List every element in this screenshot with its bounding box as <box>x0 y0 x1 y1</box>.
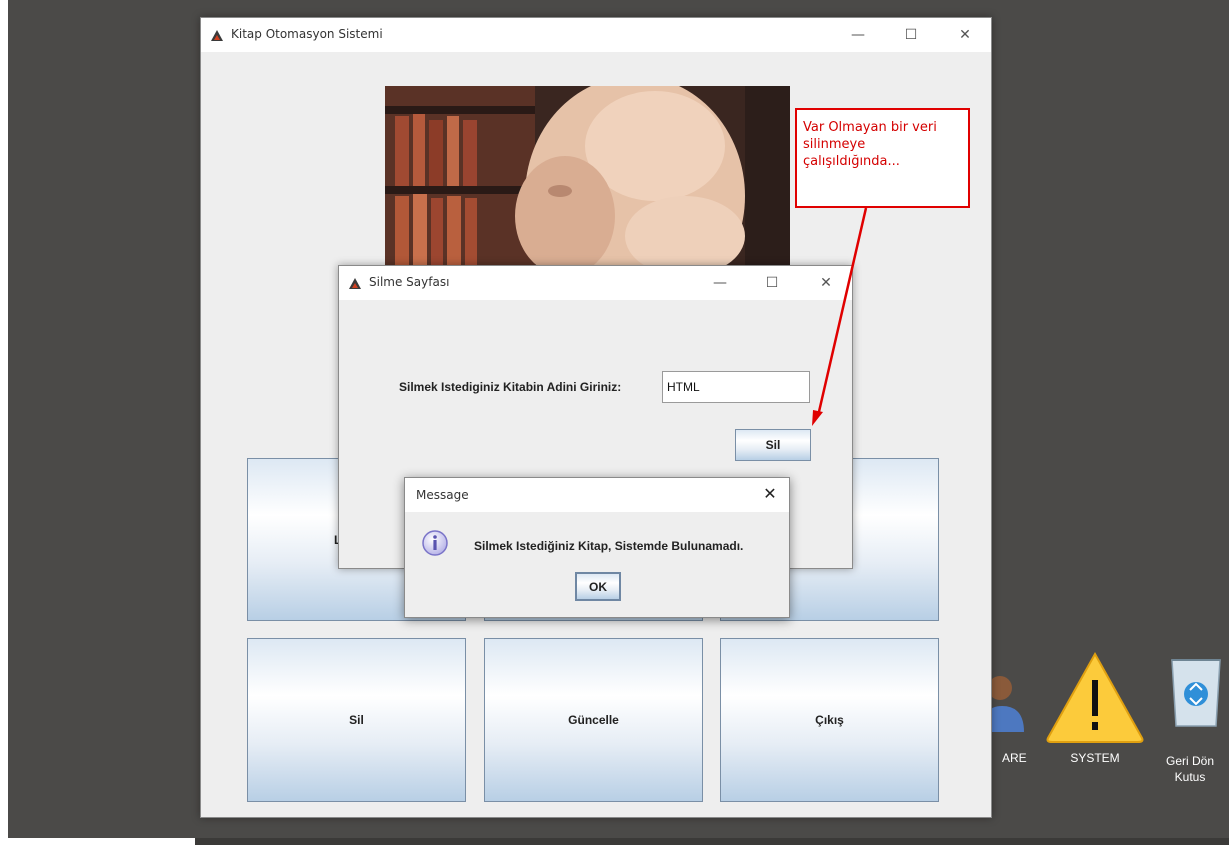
maximize-button[interactable]: ☐ <box>900 24 922 46</box>
desktop-icon-label: ARE <box>1002 751 1027 765</box>
warning-icon <box>1046 651 1144 743</box>
desktop-icon-label: SYSTEM <box>1070 751 1120 765</box>
desktop-icon-system[interactable]: SYSTEM <box>1040 648 1150 768</box>
bust-image <box>385 86 790 276</box>
close-button[interactable]: ✕ <box>759 483 781 505</box>
desktop-icon-label: Geri Dön Kutus <box>1165 754 1215 784</box>
delete-window-titlebar[interactable]: Silme Sayfası — ☐ ✕ <box>339 266 852 300</box>
delete-submit-button[interactable]: Sil <box>735 429 811 461</box>
delete-window-title: Silme Sayfası <box>369 275 450 289</box>
taskbar-strip <box>195 838 1229 845</box>
desktop-edge <box>0 0 8 845</box>
main-button-update[interactable]: Güncelle <box>484 638 703 802</box>
main-window-titlebar[interactable]: Kitap Otomasyon Sistemi — ☐ ✕ <box>201 18 991 52</box>
ok-button-label: OK <box>589 579 607 594</box>
desktop-icon-recycle-bin[interactable]: Geri Dön Kutus <box>1160 650 1229 790</box>
message-text: Silmek Istediğiniz Kitap, Sistemde Bulun… <box>474 539 744 553</box>
ok-button[interactable]: OK <box>575 572 621 601</box>
main-window-title: Kitap Otomasyon Sistemi <box>231 27 383 41</box>
close-button[interactable]: ✕ <box>815 272 837 294</box>
main-button-exit[interactable]: Çıkış <box>720 638 939 802</box>
message-dialog-title: Message <box>416 488 469 502</box>
main-button-exit-label: Çıkış <box>815 713 844 727</box>
java-app-icon <box>209 27 225 43</box>
close-button[interactable]: ✕ <box>954 24 976 46</box>
recycle-bin-icon <box>1171 659 1221 727</box>
main-button-update-label: Güncelle <box>568 713 619 727</box>
message-dialog: Message ✕ Silmek Istediğiniz Kitap, Sist… <box>404 477 790 618</box>
maximize-button[interactable]: ☐ <box>761 272 783 294</box>
taskbar-edge <box>0 838 195 845</box>
info-icon <box>422 530 448 556</box>
annotation-text: Var Olmayan bir veri silinmeye çalışıldı… <box>803 120 937 169</box>
delete-prompt-label: Silmek Istediginiz Kitabin Adini Giriniz… <box>399 380 622 394</box>
bust-photo <box>385 86 790 276</box>
message-dialog-titlebar[interactable]: Message ✕ <box>405 478 789 512</box>
main-button-delete-label: Sil <box>349 713 364 727</box>
main-button-delete[interactable]: Sil <box>247 638 466 802</box>
delete-submit-label: Sil <box>765 438 781 452</box>
minimize-button[interactable]: — <box>709 272 731 294</box>
annotation-note: Var Olmayan bir veri silinmeye çalışıldı… <box>795 108 970 208</box>
book-name-input[interactable] <box>662 371 810 403</box>
minimize-button[interactable]: — <box>847 24 869 46</box>
java-app-icon <box>347 275 363 291</box>
